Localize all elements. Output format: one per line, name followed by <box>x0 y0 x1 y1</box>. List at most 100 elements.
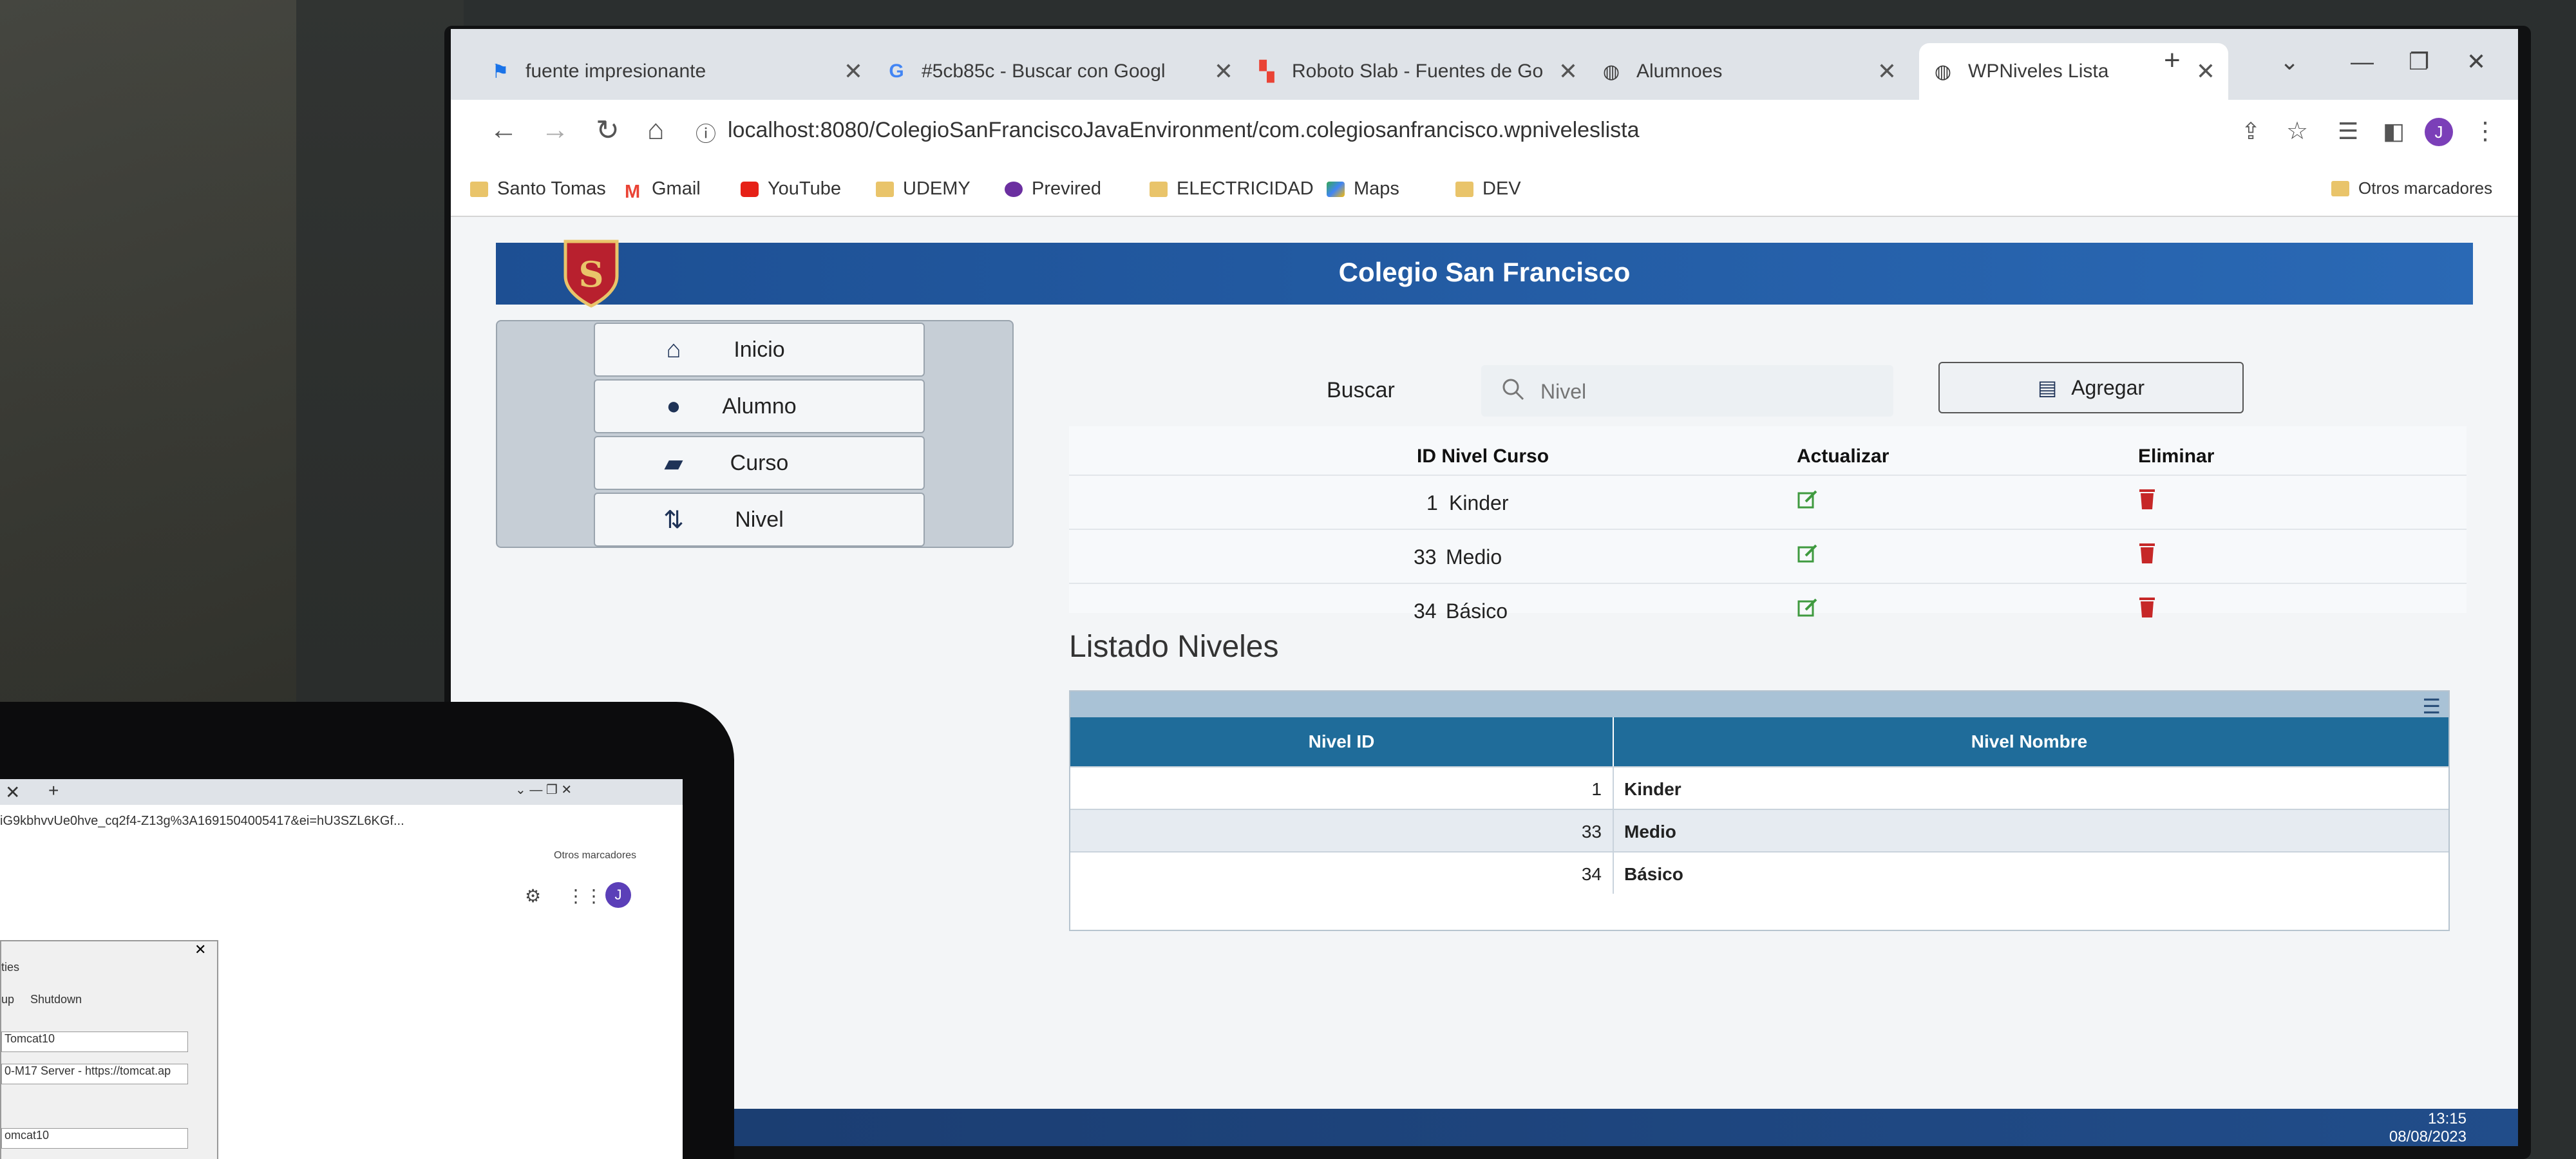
table-row: 33 Medio <box>1069 529 2467 584</box>
folder-icon <box>876 181 894 197</box>
laptop-url-text[interactable]: iG9kbhvvUe0hve_cq2f4-Z13g%3A169150400541… <box>0 814 404 829</box>
laptop-other-bookmarks[interactable]: Otros marcadores <box>554 850 636 862</box>
tab-google[interactable]: G #5cb85c - Buscar con Googl ✕ <box>886 43 1246 100</box>
system-clock[interactable]: 13:15 08/08/2023 <box>2389 1110 2467 1146</box>
close-icon[interactable]: ✕ <box>194 941 206 958</box>
grid-cell-id: 1 <box>1591 779 1602 799</box>
fonts-icon: ▚ <box>1259 61 1274 82</box>
close-icon[interactable]: ✕ <box>5 782 20 803</box>
side-panel-icon[interactable]: ◧ <box>2383 118 2405 145</box>
laptop-profile-avatar[interactable]: J <box>605 882 631 908</box>
search-label: Buscar <box>1327 378 1395 402</box>
settings-icon[interactable]: ⚙ <box>525 885 541 907</box>
dialog-title: ties <box>1 961 20 974</box>
bookmark-gmail[interactable]: M Gmail <box>625 178 701 202</box>
tab-title: Roboto Slab - Fuentes de Go <box>1292 61 1544 82</box>
edit-icon[interactable] <box>1797 543 1819 565</box>
reload-icon[interactable]: ↻ <box>596 114 620 147</box>
page-content: S Colegio San Francisco ⌂ Inicio ● Alumn… <box>451 217 2518 1146</box>
site-info-icon[interactable]: ⓘ <box>696 118 716 147</box>
url-text[interactable]: localhost:8080/ColegioSanFranciscoJavaEn… <box>728 118 1640 143</box>
search-input[interactable] <box>1539 375 1877 408</box>
tab-shutdown[interactable]: Shutdown <box>30 993 82 1006</box>
trash-icon[interactable] <box>2138 487 2156 511</box>
tab-roboto[interactable]: ▚ Roboto Slab - Fuentes de Go ✕ <box>1256 43 1591 100</box>
bookmark-label: Maps <box>1354 178 1399 199</box>
minimize-button[interactable]: — <box>2351 48 2374 75</box>
close-icon[interactable]: ✕ <box>2196 58 2215 85</box>
tab-wpniveles[interactable]: ◍ WPNiveles Lista ✕ <box>1919 43 2228 100</box>
close-icon[interactable]: ✕ <box>1877 58 1897 85</box>
star-icon[interactable]: ☆ <box>2286 117 2308 146</box>
trash-icon[interactable] <box>2138 542 2156 565</box>
new-tab-button[interactable]: + <box>2164 44 2181 77</box>
grid-toolbar: ☰ <box>1070 692 2448 719</box>
bookmark-youtube[interactable]: YouTube <box>741 178 841 200</box>
close-icon[interactable]: ✕ <box>1558 58 1578 85</box>
previred-icon <box>1005 181 1023 197</box>
grid-row[interactable]: 33 Medio <box>1070 809 2448 851</box>
menu-item-inicio[interactable]: ⌂ Inicio <box>594 323 925 377</box>
folder-icon <box>1150 181 1168 197</box>
back-icon[interactable]: ← <box>489 114 518 146</box>
column-divider <box>1613 853 1614 894</box>
clock-date: 08/08/2023 <box>2389 1128 2467 1145</box>
add-file-icon: ▤ <box>2037 376 2058 399</box>
new-tab-button[interactable]: + <box>48 780 59 801</box>
laptop-screen: ✕ + ⌄ — ❐ ✕ iG9kbhvvUe0hve_cq2f4-Z13g%3A… <box>0 779 683 1159</box>
forward-icon[interactable]: → <box>541 114 569 146</box>
trash-icon[interactable] <box>2138 596 2156 619</box>
grid-menu-icon[interactable]: ☰ <box>2422 694 2441 719</box>
table-row: 34 Básico <box>1069 583 2467 638</box>
bookmark-udemy[interactable]: UDEMY <box>876 178 971 200</box>
grid-header-id[interactable]: Nivel ID <box>1070 731 1613 752</box>
grid-cell-name: Kinder <box>1624 779 1681 799</box>
tab-search-icon[interactable]: ⌄ <box>2280 48 2299 75</box>
service-field[interactable]: omcat10 <box>1 1128 188 1149</box>
cell-name: Kinder <box>1449 491 1509 514</box>
window-controls[interactable]: ⌄ — ❐ ✕ <box>515 782 572 798</box>
profile-avatar[interactable]: J <box>2425 118 2453 146</box>
close-window-button[interactable]: ✕ <box>2467 48 2486 75</box>
grid-row[interactable]: 1 Kinder <box>1070 766 2448 809</box>
reading-list-icon[interactable]: ☰ <box>2338 118 2358 145</box>
globe-icon: ◍ <box>1602 61 1620 82</box>
bookmark-label: ELECTRICIDAD <box>1177 178 1314 199</box>
grid-header-name[interactable]: Nivel Nombre <box>1614 731 2445 752</box>
close-icon[interactable]: ✕ <box>844 58 863 85</box>
grid-row[interactable]: 34 Básico <box>1070 851 2448 894</box>
bookmark-dev[interactable]: DEV <box>1455 178 1521 200</box>
restore-button[interactable]: ❐ <box>2409 48 2429 75</box>
bookmark-maps[interactable]: Maps <box>1327 178 1399 200</box>
cell-name: Medio <box>1446 545 1502 569</box>
menu-item-curso[interactable]: ▰ Curso <box>594 436 925 490</box>
grid-cell-name: Medio <box>1624 822 1676 842</box>
add-button-label: Agregar <box>2071 375 2145 399</box>
share-icon[interactable]: ⇪ <box>2241 118 2260 145</box>
close-icon[interactable]: ✕ <box>1214 58 1233 85</box>
edit-icon[interactable] <box>1797 489 1819 511</box>
header-id-nivel: ID Nivel Curso <box>1417 446 1549 467</box>
more-menu-icon[interactable]: ⋮ <box>2473 117 2497 146</box>
menu-item-alumno[interactable]: ● Alumno <box>594 379 925 433</box>
add-button[interactable]: ▤ Agregar <box>1938 362 2244 413</box>
apps-grid-icon[interactable]: ⋮⋮ <box>567 885 603 907</box>
flag-icon: ⚑ <box>491 61 509 82</box>
bookmark-electricidad[interactable]: ELECTRICIDAD <box>1150 178 1314 200</box>
tab-alumnoes[interactable]: ◍ Alumnoes ✕ <box>1600 43 1909 100</box>
search-icon <box>1502 379 1524 400</box>
tab-fuente[interactable]: ⚑ fuente impresionante ✕ <box>489 43 876 100</box>
bookmark-label: YouTube <box>768 178 841 199</box>
bookmark-label: DEV <box>1482 178 1521 199</box>
bookmark-santo-tomas[interactable]: Santo Tomas <box>470 178 606 200</box>
laptop-tab-bar: ✕ + ⌄ — ❐ ✕ <box>0 779 683 805</box>
service-name-field[interactable]: Tomcat10 <box>1 1032 188 1052</box>
edit-icon[interactable] <box>1797 597 1819 619</box>
display-name-field[interactable]: 0-M17 Server - https://tomcat.ap <box>1 1064 188 1084</box>
tab-startup[interactable]: up <box>1 993 14 1006</box>
bookmark-other[interactable]: Otros marcadores <box>2331 178 2492 198</box>
bookmark-previred[interactable]: Previred <box>1005 178 1101 200</box>
gmail-icon: M <box>625 181 641 202</box>
home-icon[interactable]: ⌂ <box>647 114 665 146</box>
menu-item-nivel[interactable]: ⇅ Nivel <box>594 493 925 547</box>
